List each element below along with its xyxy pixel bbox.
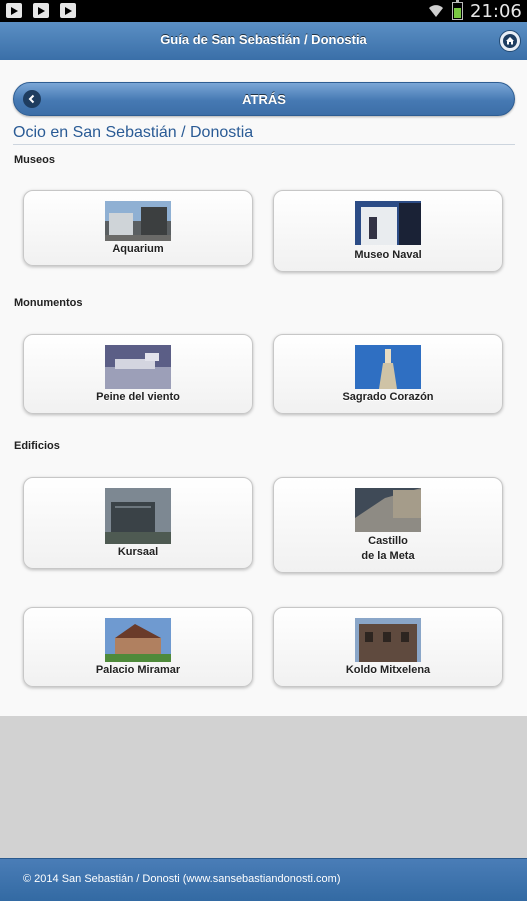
app-header: Guía de San Sebastián / Donostia (0, 22, 527, 61)
wifi-icon (429, 5, 443, 17)
home-icon (503, 34, 517, 48)
tile-kursaal[interactable]: Kursaal (23, 477, 253, 569)
notification-play-store-icon (33, 3, 49, 18)
page-title: Ocio en San Sebastián / Donostia (13, 124, 254, 141)
tile-label: Sagrado Corazón (342, 391, 434, 403)
status-bar: 21:06 (0, 0, 527, 22)
app-title: Guía de San Sebastián / Donostia (160, 32, 367, 47)
main-content: ATRÁS Ocio en San Sebastián / Donostia M… (0, 60, 527, 716)
section-heading-monumentos: Monumentos (14, 297, 83, 309)
tile-castillo-de-la-meta[interactable]: Castillo de la Meta (273, 477, 503, 573)
castillo-de-la-meta-thumbnail (355, 488, 421, 532)
tile-label: Aquarium (112, 243, 164, 255)
footer-copyright: © 2014 San Sebastián / Donosti (www.sans… (23, 873, 341, 885)
battery-icon (452, 0, 463, 20)
peine-del-viento-thumbnail (105, 345, 171, 389)
clock: 21:06 (470, 1, 522, 22)
tile-aquarium[interactable]: Aquarium (23, 190, 253, 266)
tile-palacio-miramar[interactable]: Palacio Miramar (23, 607, 253, 687)
aquarium-thumbnail (105, 201, 171, 241)
footer: © 2014 San Sebastián / Donosti (www.sans… (0, 858, 527, 901)
tile-label: Koldo Mitxelena (345, 664, 431, 676)
tile-koldo-mitxelena[interactable]: Koldo Mitxelena (273, 607, 503, 687)
section-heading-edificios: Edificios (14, 440, 60, 452)
tile-peine-del-viento[interactable]: Peine del viento (23, 334, 253, 414)
tile-label: Palacio Miramar (95, 664, 181, 676)
tile-label: Kursaal (117, 546, 159, 558)
tile-label: Peine del viento (96, 391, 180, 403)
museo-naval-thumbnail (355, 201, 421, 245)
koldo-mitxelena-thumbnail (355, 618, 421, 662)
back-button-label: ATRÁS (242, 92, 286, 107)
notification-play-store-icon (60, 3, 76, 18)
section-heading-museos: Museos (14, 154, 55, 166)
home-button[interactable] (499, 30, 521, 52)
back-button[interactable]: ATRÁS (13, 82, 515, 116)
tile-sagrado-corazon[interactable]: Sagrado Corazón (273, 334, 503, 414)
tile-museo-naval[interactable]: Museo Naval (273, 190, 503, 272)
tile-label: Museo Naval (354, 249, 422, 261)
notification-image-icon (6, 3, 22, 18)
kursaal-thumbnail (105, 488, 171, 544)
palacio-miramar-thumbnail (105, 618, 171, 662)
tile-label: Castillo de la Meta (361, 535, 415, 562)
sagrado-corazon-thumbnail (355, 345, 421, 389)
title-divider (13, 144, 515, 145)
